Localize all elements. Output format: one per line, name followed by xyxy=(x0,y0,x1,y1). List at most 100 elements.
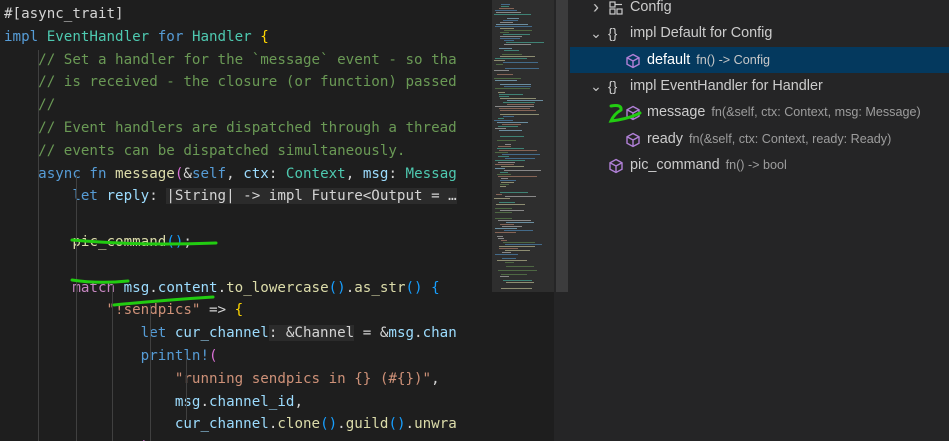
minimap-line xyxy=(506,266,534,267)
outline-item-impl-eventhandler-for-handler[interactable]: ⌄{} impl EventHandler for Handler xyxy=(570,73,949,99)
minimap-line xyxy=(506,42,544,43)
minimap-line xyxy=(503,280,532,281)
struct-icon xyxy=(608,0,624,15)
minimap-line xyxy=(505,144,511,145)
minimap-line xyxy=(506,282,534,283)
outline-item-message[interactable]: message fn(&self, ctx: Context, msg: Mess… xyxy=(570,99,949,125)
outline-item-config[interactable]: › Config xyxy=(570,0,949,20)
code-token: channel_id xyxy=(209,393,295,410)
code-token: msg xyxy=(362,165,389,182)
code-line[interactable]: async fn message(&self, ctx: Context, ms… xyxy=(4,163,457,185)
minimap-line xyxy=(505,262,514,263)
namespace-icon: {} xyxy=(608,77,618,94)
minimap-line xyxy=(495,168,505,169)
code-token: |String| -> impl Future<Output = … xyxy=(166,188,457,205)
minimap-line xyxy=(494,70,509,71)
code-line[interactable]: let cur_channel: &Channel = &msg.chan xyxy=(4,322,457,344)
code-line[interactable]: ); xyxy=(4,436,158,441)
outline-label-text: Config xyxy=(630,0,672,15)
minimap-line xyxy=(495,208,512,209)
minimap-line xyxy=(495,80,517,81)
minimap-line xyxy=(495,152,508,153)
outline-item-pic-command[interactable]: pic_command fn() -> bool xyxy=(570,152,949,178)
code-token: let xyxy=(4,188,107,205)
minimap-line xyxy=(504,40,514,41)
code-line[interactable]: pic_command(); xyxy=(4,231,192,253)
code-token: : xyxy=(268,165,286,182)
code-token: = & xyxy=(354,325,389,342)
outline-detail: fn(&self, ctx: Context, msg: Message) xyxy=(711,105,921,120)
code-line[interactable]: msg.channel_id, xyxy=(4,391,303,413)
minimap-line xyxy=(499,150,537,151)
minimap-line xyxy=(505,196,536,197)
code-token: { xyxy=(422,279,440,296)
chevron-down-icon[interactable]: ⌄ xyxy=(588,73,604,99)
code-token: . xyxy=(345,279,355,296)
code-line[interactable]: cur_channel.clone().guild().unwra xyxy=(4,413,457,435)
minimap-line xyxy=(498,238,504,239)
code-token: to_lowercase xyxy=(226,279,329,296)
code-line[interactable]: // xyxy=(4,94,55,116)
chevron-down-icon[interactable]: ⌄ xyxy=(588,20,604,46)
outline-item-ready[interactable]: ready fn(&self, ctx: Context, ready: Read… xyxy=(570,126,949,152)
minimap-line xyxy=(496,194,502,195)
method-icon xyxy=(608,157,624,174)
minimap-line xyxy=(505,250,530,251)
code-line[interactable]: #[async_trait] xyxy=(4,3,124,25)
outline-detail: fn() -> bool xyxy=(725,157,787,172)
code-line[interactable]: // Set a handler for the `message` event… xyxy=(4,49,457,71)
code-line[interactable]: let reply: |String| -> impl Future<Outpu… xyxy=(4,185,457,207)
outline-label: ready fn(&self, ctx: Context, ready: Read… xyxy=(647,126,891,152)
minimap-line xyxy=(494,78,521,79)
code-line[interactable]: impl EventHandler for Handler { xyxy=(4,26,269,48)
minimap-line xyxy=(499,130,522,131)
minimap-line xyxy=(495,10,517,11)
minimap-line xyxy=(497,236,503,237)
code-token: { xyxy=(251,28,269,45)
code-token: , xyxy=(294,393,303,410)
outline-item-default[interactable]: default fn() -> Config xyxy=(570,46,949,73)
code-line[interactable]: "running sendpics in {} (#{})", xyxy=(4,368,440,390)
minimap-line xyxy=(505,68,539,69)
code-editor[interactable]: #[async_trait] impl EventHandler for Hand… xyxy=(0,0,492,441)
code-line[interactable]: // Event handlers are dispatched through… xyxy=(4,117,457,139)
minimap[interactable] xyxy=(492,0,554,441)
code-token: () xyxy=(405,279,423,296)
minimap-line xyxy=(495,228,517,229)
minimap-line xyxy=(500,32,509,33)
minimap-line xyxy=(494,120,513,121)
chevron-right-icon[interactable]: › xyxy=(588,0,604,20)
outline-item-impl-default-for-config[interactable]: ⌄{} impl Default for Config xyxy=(570,20,949,46)
minimap-line xyxy=(500,56,535,57)
minimap-line xyxy=(506,222,534,223)
code-token: ctx xyxy=(243,165,269,182)
code-line[interactable]: "!sendpics" => { xyxy=(4,299,244,321)
outline-label: pic_command fn() -> bool xyxy=(630,152,787,178)
minimap-line xyxy=(502,124,521,125)
code-token: , xyxy=(345,165,363,182)
minimap-line xyxy=(501,166,524,167)
minimap-line xyxy=(498,92,505,93)
code-token: ; xyxy=(183,234,192,250)
minimap-line xyxy=(503,20,518,21)
code-token: // xyxy=(4,97,56,114)
code-line[interactable]: match msg.content.to_lowercase().as_str(… xyxy=(4,277,440,299)
code-line[interactable]: // is received - the closure (or functio… xyxy=(4,71,457,93)
minimap-line xyxy=(498,270,537,271)
code-token: () xyxy=(328,279,346,296)
editor-scrollbar[interactable] xyxy=(554,0,570,441)
minimap-line xyxy=(502,226,522,227)
scrollbar-thumb[interactable] xyxy=(556,0,568,292)
minimap-line xyxy=(500,98,536,99)
outline-label: impl EventHandler for Handler xyxy=(630,73,823,99)
code-token: "!sendpics" xyxy=(106,302,201,319)
code-token: match xyxy=(72,279,116,296)
minimap-line xyxy=(496,12,521,13)
minimap-line xyxy=(495,218,512,219)
minimap-line xyxy=(499,94,523,95)
code-line[interactable]: // events can be dispatched simultaneous… xyxy=(4,140,405,162)
minimap-line xyxy=(498,126,518,127)
indent-guide xyxy=(150,305,151,441)
minimap-line xyxy=(498,162,515,163)
